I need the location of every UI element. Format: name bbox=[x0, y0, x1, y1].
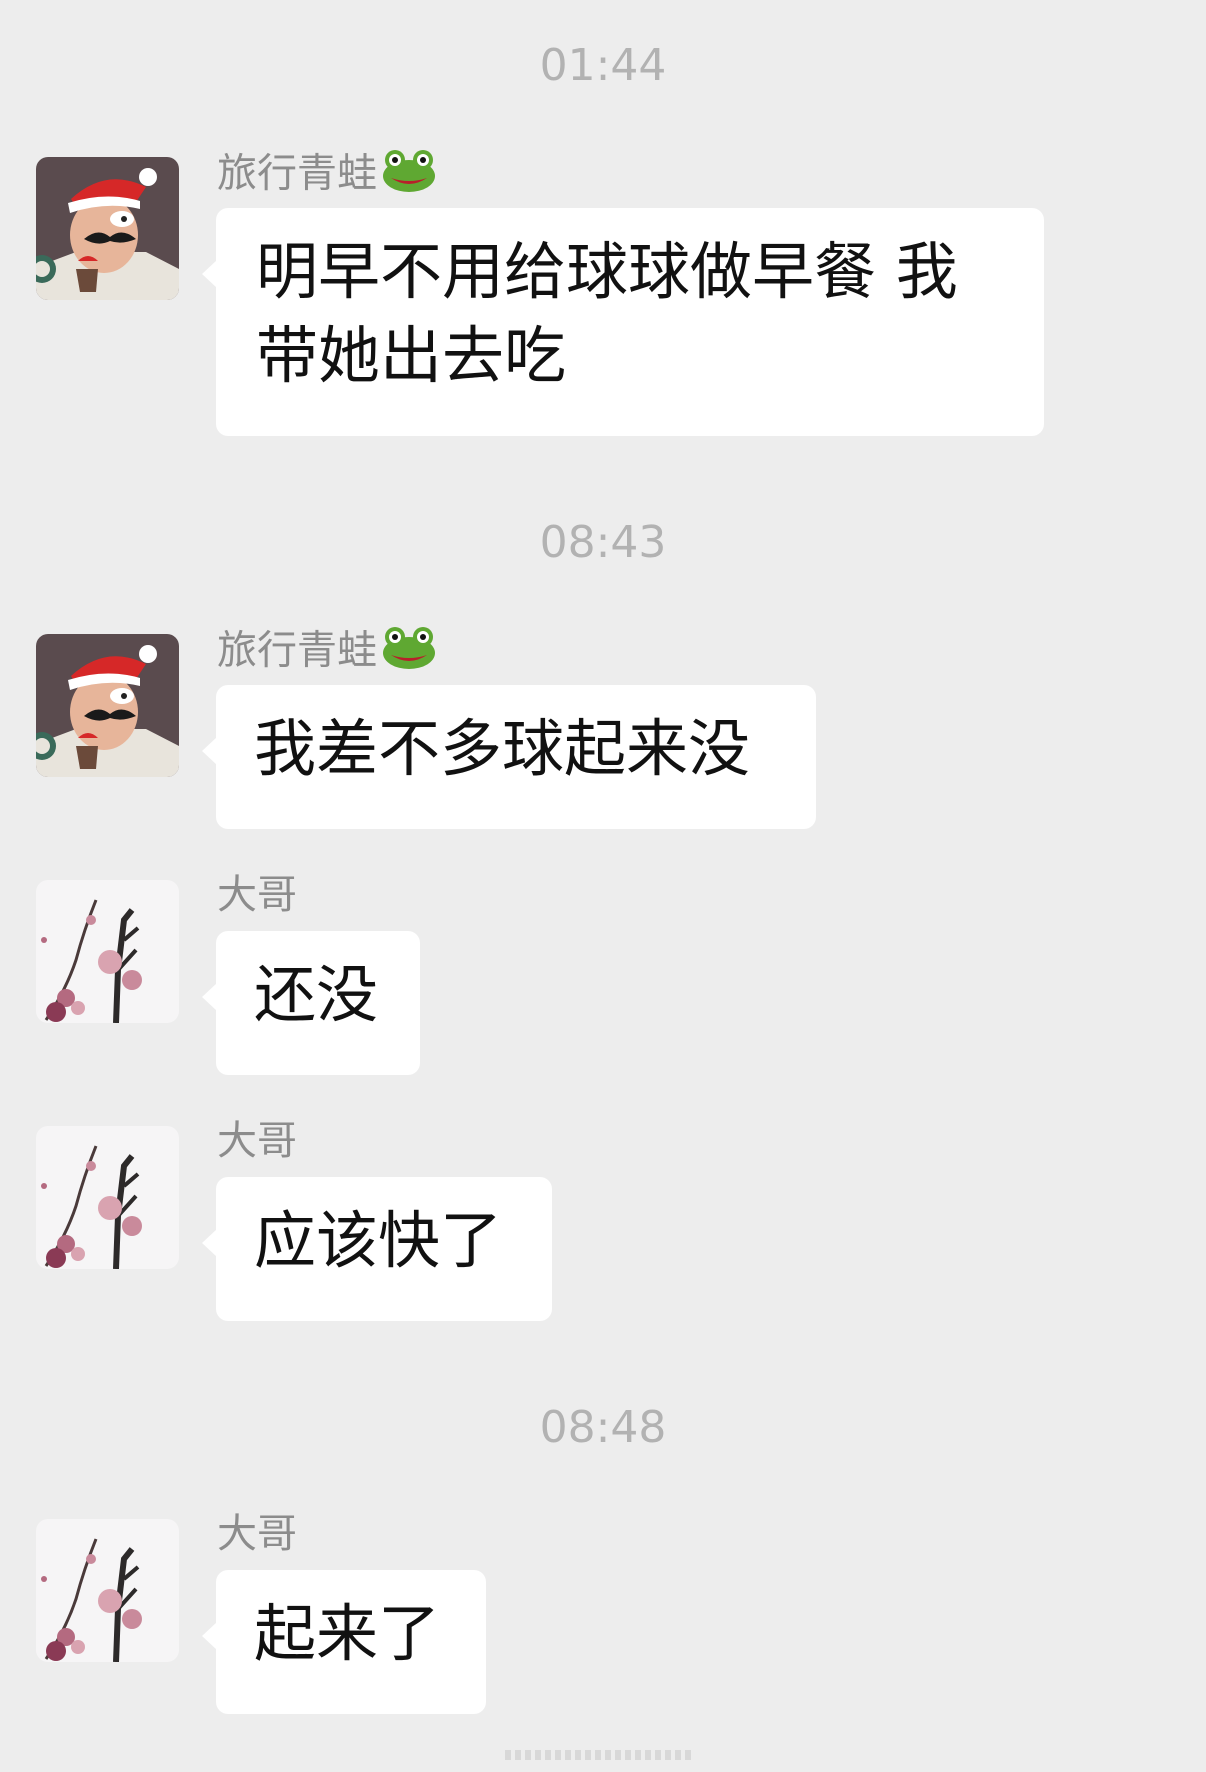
timestamp: 08:43 bbox=[539, 517, 667, 568]
message-bubble[interactable]: 我差不多球起来没 bbox=[202, 685, 816, 829]
sender-name: 旅行青蛙 bbox=[217, 625, 437, 680]
message-text: 我差不多球起来没 bbox=[254, 712, 751, 785]
message-bubble[interactable]: 起来了 bbox=[202, 1570, 486, 1714]
sender-label: 旅行青蛙 bbox=[217, 150, 377, 197]
message-text: 还没 bbox=[254, 958, 379, 1031]
frog-icon bbox=[381, 148, 437, 203]
avatar[interactable] bbox=[36, 1519, 179, 1662]
avatar[interactable] bbox=[36, 157, 179, 300]
avatar[interactable] bbox=[36, 634, 179, 777]
watermark bbox=[505, 1750, 695, 1760]
message-text: 应该快了 bbox=[254, 1204, 503, 1277]
avatar[interactable] bbox=[36, 1126, 179, 1269]
message-text: 起来了 bbox=[254, 1597, 441, 1670]
message-text: 明早不用给球球做早餐 我带她出去吃 bbox=[256, 235, 958, 392]
message-bubble[interactable]: 还没 bbox=[202, 931, 420, 1075]
timestamp: 08:48 bbox=[539, 1402, 667, 1453]
avatar[interactable] bbox=[36, 880, 179, 1023]
message-bubble[interactable]: 应该快了 bbox=[202, 1177, 552, 1321]
timestamp: 01:44 bbox=[539, 40, 667, 91]
sender-name: 旅行青蛙 bbox=[217, 148, 437, 203]
sender-name: 大哥 bbox=[217, 1118, 297, 1164]
sender-label: 旅行青蛙 bbox=[217, 627, 377, 674]
message-bubble[interactable]: 明早不用给球球做早餐 我带她出去吃 bbox=[202, 208, 1044, 436]
sender-name: 大哥 bbox=[217, 1511, 297, 1557]
frog-icon bbox=[381, 625, 437, 680]
sender-name: 大哥 bbox=[217, 872, 297, 918]
